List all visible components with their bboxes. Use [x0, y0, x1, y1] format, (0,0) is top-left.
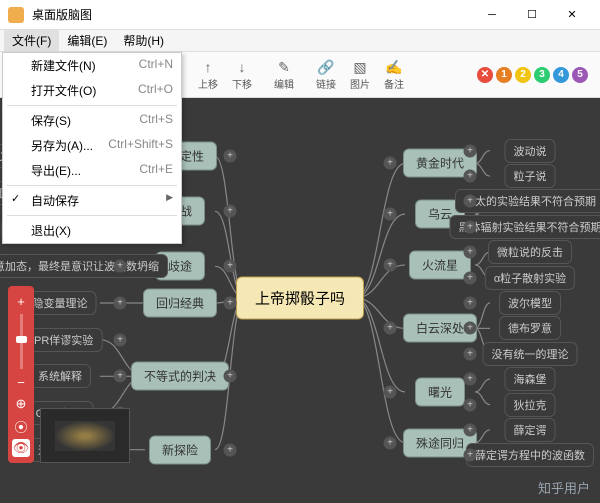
zoom-panel: + − ⊕ ⦿ 👁 [8, 286, 34, 463]
leaf-node[interactable]: 也进入意加态，最终是意识让波函数坍缩 [0, 254, 168, 278]
leaf-node[interactable]: 粒子说 [505, 164, 556, 188]
expand-icon[interactable]: + [464, 449, 477, 462]
branch-node[interactable]: 不等式的判决 [131, 362, 229, 391]
leaf-node[interactable]: 波动说 [505, 139, 556, 163]
branch-node[interactable]: 火流星 [409, 250, 471, 279]
expand-icon[interactable]: + [114, 333, 127, 346]
app-icon [8, 7, 24, 23]
expand-icon[interactable]: + [384, 157, 397, 170]
arrow-up-icon: ↑ [199, 58, 217, 76]
note-icon: ✍ [385, 58, 403, 76]
close-button[interactable]: ✕ [552, 1, 592, 29]
tool-move-down[interactable]: ↓下移 [226, 56, 258, 93]
leaf-node[interactable]: 海森堡 [505, 367, 556, 391]
window-title: 桌面版脑图 [32, 6, 472, 23]
expand-icon[interactable]: + [224, 370, 237, 383]
expand-icon[interactable]: + [384, 385, 397, 398]
priority-badge-0[interactable]: ✕ [477, 67, 493, 83]
check-icon: ✓ [11, 192, 20, 205]
leaf-node[interactable]: 德布罗意 [499, 316, 561, 340]
chevron-right-icon: ▶ [166, 192, 173, 209]
link-icon: 🔗 [317, 58, 335, 76]
priority-badge-5[interactable]: 5 [572, 67, 588, 83]
watermark: 知乎用户 [538, 478, 590, 497]
expand-icon[interactable]: + [464, 347, 477, 360]
tool-link[interactable]: 🔗链接 [310, 56, 342, 93]
expand-icon[interactable]: + [464, 170, 477, 183]
menu-exit[interactable]: 退出(X) [3, 218, 181, 243]
expand-icon[interactable]: + [464, 195, 477, 208]
branch-node[interactable]: 曙光 [415, 377, 465, 406]
expand-icon[interactable]: + [464, 271, 477, 284]
tool-image[interactable]: ▧图片 [344, 56, 376, 93]
leaf-node[interactable]: 薛定谔方程中的波函数 [466, 443, 594, 467]
branch-node[interactable]: 回归经典 [143, 289, 217, 318]
zoom-actual-button[interactable]: ⦿ [12, 417, 30, 435]
edit-icon: ✎ [275, 58, 293, 76]
menu-autosave[interactable]: ✓自动保存▶ [3, 188, 181, 213]
zoom-slider[interactable] [20, 314, 23, 369]
zoom-out-button[interactable]: − [12, 373, 30, 391]
image-icon: ▧ [351, 58, 369, 76]
expand-icon[interactable]: + [224, 443, 237, 456]
zoom-fit-button[interactable]: ⊕ [12, 395, 30, 413]
leaf-node[interactable]: 以太的实验结果不符合预期 [455, 189, 600, 213]
expand-icon[interactable]: + [464, 297, 477, 310]
priority-badge-1[interactable]: 1 [496, 67, 512, 83]
leaf-node[interactable]: 波尔模型 [499, 291, 561, 315]
leaf-node[interactable]: 没有统一的理论 [483, 342, 578, 366]
zoom-in-button[interactable]: + [12, 292, 30, 310]
expand-icon[interactable]: + [464, 322, 477, 335]
leaf-node[interactable]: 微粒说的反击 [488, 240, 572, 264]
priority-badge-2[interactable]: 2 [515, 67, 531, 83]
expand-icon[interactable]: + [464, 144, 477, 157]
expand-icon[interactable]: + [464, 220, 477, 233]
menu-new-file[interactable]: 新建文件(N)Ctrl+N [3, 53, 181, 78]
minimap[interactable] [40, 408, 130, 463]
expand-icon[interactable]: + [464, 423, 477, 436]
menu-help[interactable]: 帮助(H) [115, 30, 172, 51]
expand-icon[interactable]: + [114, 297, 127, 310]
minimize-button[interactable]: ─ [472, 1, 512, 29]
expand-icon[interactable]: + [224, 260, 237, 273]
leaf-node[interactable]: 狄拉克 [505, 393, 556, 417]
leaf-node[interactable]: 隐变量理论 [24, 291, 97, 315]
expand-icon[interactable]: + [384, 208, 397, 221]
arrow-down-icon: ↓ [233, 58, 251, 76]
tool-note[interactable]: ✍备注 [378, 56, 410, 93]
priority-badge-3[interactable]: 3 [534, 67, 550, 83]
expand-icon[interactable]: + [464, 398, 477, 411]
maximize-button[interactable]: ☐ [512, 1, 552, 29]
priority-badge-4[interactable]: 4 [553, 67, 569, 83]
leaf-node[interactable]: 薛定谔 [505, 418, 556, 442]
expand-icon[interactable]: + [114, 370, 127, 383]
tool-edit[interactable]: ✎编辑 [268, 56, 300, 93]
menu-edit[interactable]: 编辑(E) [59, 30, 115, 51]
menu-file[interactable]: 文件(F) [4, 30, 59, 51]
expand-icon[interactable]: + [384, 322, 397, 335]
expand-icon[interactable]: + [224, 205, 237, 218]
tool-move-up[interactable]: ↑上移 [192, 56, 224, 93]
menu-save-as[interactable]: 另存为(A)...Ctrl+Shift+S [3, 133, 181, 158]
branch-node[interactable]: 新探险 [149, 435, 211, 464]
expand-icon[interactable]: + [384, 258, 397, 271]
menu-export[interactable]: 导出(E)...Ctrl+E [3, 158, 181, 183]
menu-save[interactable]: 保存(S)Ctrl+S [3, 108, 181, 133]
menu-open-file[interactable]: 打开文件(O)Ctrl+O [3, 78, 181, 103]
expand-icon[interactable]: + [464, 246, 477, 259]
toggle-minimap-button[interactable]: 👁 [12, 439, 30, 457]
expand-icon[interactable]: + [384, 436, 397, 449]
leaf-node[interactable]: 系统解释 [29, 364, 91, 388]
root-node[interactable]: 上帝掷骰子吗 [236, 277, 364, 320]
priority-badges: ✕12345 [477, 67, 588, 83]
expand-icon[interactable]: + [224, 297, 237, 310]
expand-icon[interactable]: + [464, 373, 477, 386]
leaf-node[interactable]: α粒子散射实验 [485, 266, 575, 290]
expand-icon[interactable]: + [224, 150, 237, 163]
expand-icon[interactable]: + [114, 260, 127, 273]
file-dropdown: 新建文件(N)Ctrl+N 打开文件(O)Ctrl+O 保存(S)Ctrl+S … [2, 52, 182, 244]
